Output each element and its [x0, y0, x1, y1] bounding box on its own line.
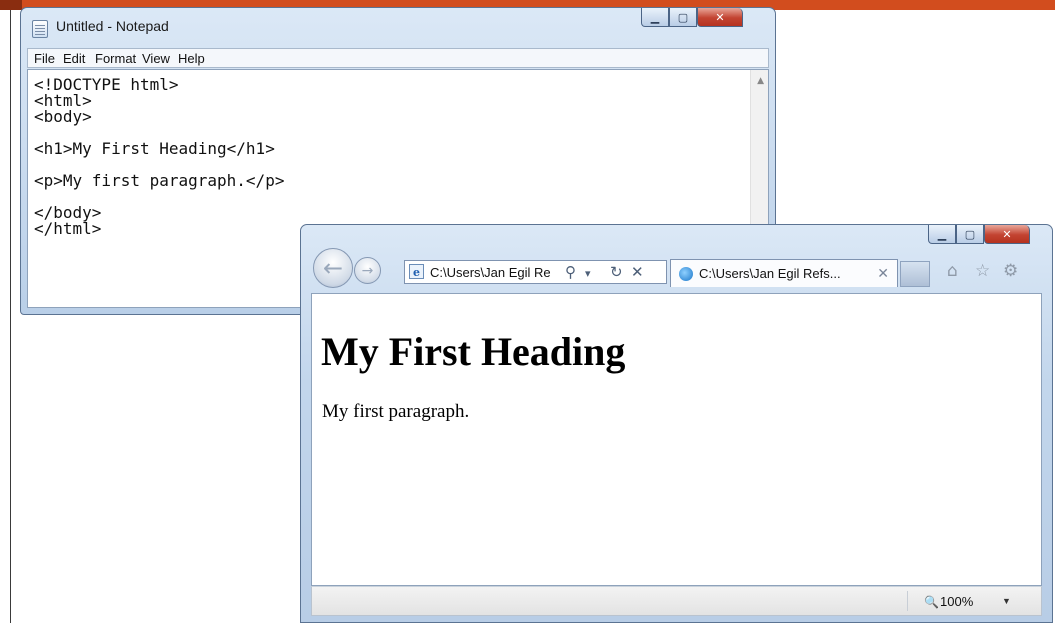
page-heading: My First Heading — [321, 329, 626, 374]
menu-help[interactable]: Help — [178, 51, 205, 66]
star-icon[interactable]: ☆ — [975, 261, 990, 281]
back-arrow-icon: ← — [322, 254, 344, 282]
zoom-dropdown-icon[interactable]: ▼ — [1002, 596, 1011, 606]
close-icon[interactable]: ✕ — [984, 225, 1030, 244]
tab-active[interactable]: C:\Users\Jan Egil Refs... ✕ — [670, 259, 898, 287]
zoom-level[interactable]: 100% — [940, 594, 973, 609]
address-text[interactable]: C:\Users\Jan Egil Re — [430, 265, 558, 280]
minimize-icon[interactable]: ▁ — [928, 225, 956, 244]
menu-file[interactable]: File — [34, 51, 55, 66]
dropdown-arrow-icon[interactable]: ▾ — [585, 267, 591, 280]
browser-window-controls: ▁ ▢ ✕ — [928, 225, 1030, 245]
home-icon[interactable]: ⌂ — [947, 261, 958, 281]
tab-title: C:\Users\Jan Egil Refs... — [699, 266, 841, 281]
browser-window: ▁ ▢ ✕ ← → e C:\Users\Jan Egil Re ⚲ ▾ ↻ ✕… — [300, 224, 1053, 623]
stop-icon[interactable]: ✕ — [631, 263, 644, 281]
maximize-icon[interactable]: ▢ — [956, 225, 984, 244]
new-tab-button[interactable] — [900, 261, 930, 287]
menu-format[interactable]: Format — [95, 51, 136, 66]
notepad-content[interactable]: <!DOCTYPE html> <html> <body> <h1>My Fir… — [34, 77, 284, 237]
menu-view[interactable]: View — [142, 51, 170, 66]
page-paragraph: My first paragraph. — [322, 401, 470, 422]
tab-close-icon[interactable]: ✕ — [877, 265, 889, 282]
close-icon[interactable]: ✕ — [697, 8, 743, 27]
scroll-up-icon[interactable]: ▲ — [757, 76, 764, 86]
forward-button[interactable]: → — [354, 257, 381, 284]
address-bar[interactable]: e C:\Users\Jan Egil Re ⚲ ▾ ↻ ✕ — [404, 260, 667, 284]
page-icon: e — [409, 264, 424, 279]
ie-logo-icon — [679, 267, 693, 281]
notepad-menubar: File Edit Format View Help — [27, 48, 769, 68]
minimize-icon[interactable]: ▁ — [641, 8, 669, 27]
refresh-icon[interactable]: ↻ — [610, 263, 623, 281]
page-viewport: My First Heading My first paragraph. — [311, 293, 1042, 586]
menu-edit[interactable]: Edit — [63, 51, 85, 66]
notepad-icon — [32, 20, 48, 38]
notepad-window-controls: ▁ ▢ ✕ — [641, 8, 743, 28]
search-icon[interactable]: ⚲ — [565, 263, 576, 281]
back-button[interactable]: ← — [313, 248, 353, 288]
status-bar: 🔍 100% ▼ — [311, 586, 1042, 616]
notepad-title: Untitled - Notepad — [56, 18, 169, 34]
header-banner-accent — [0, 0, 22, 10]
gear-icon[interactable]: ⚙ — [1003, 261, 1018, 281]
page-border-line — [10, 10, 11, 623]
forward-arrow-icon: → — [361, 262, 374, 279]
status-separator — [907, 591, 908, 611]
zoom-icon[interactable]: 🔍 — [924, 595, 939, 609]
maximize-icon[interactable]: ▢ — [669, 8, 697, 27]
